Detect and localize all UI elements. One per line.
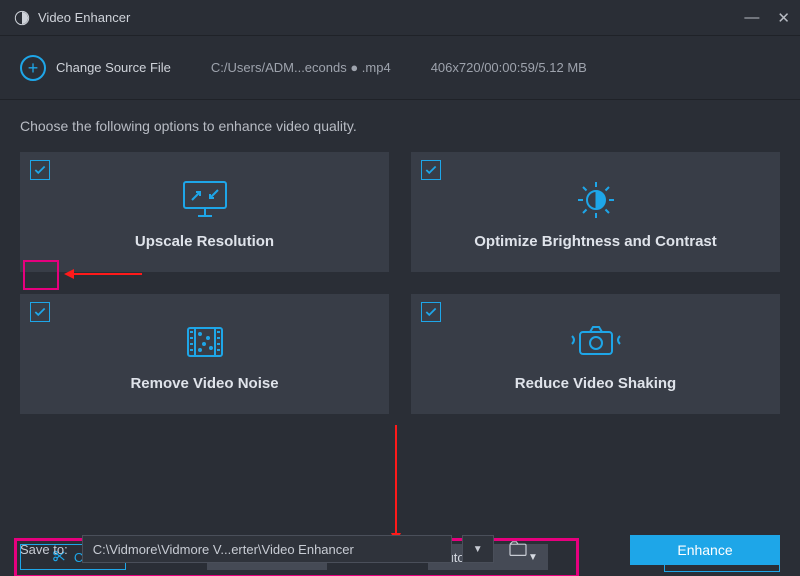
save-to-label: Save to: [20,542,68,557]
card-upscale-resolution[interactable]: Upscale Resolution [20,152,389,272]
checkbox-upscale[interactable] [30,160,50,180]
card-label: Reduce Video Shaking [515,375,676,392]
app-logo-icon [14,10,30,26]
film-noise-icon [178,317,232,367]
chevron-down-icon: ▼ [473,544,483,555]
instruction-text: Choose the following options to enhance … [20,118,780,134]
checkbox-shaking[interactable] [421,302,441,322]
card-label: Upscale Resolution [135,233,274,250]
source-path: C:/Users/ADM...econds ● .mp4 [211,60,391,75]
camera-shake-icon [566,317,626,367]
close-button[interactable]: ✕ [777,9,790,27]
enhance-button[interactable]: Enhance [630,535,780,565]
window-title: Video Enhancer [38,10,130,25]
save-path-field[interactable]: C:\Vidmore\Vidmore V...erter\Video Enhan… [82,535,452,563]
card-optimize-brightness[interactable]: Optimize Brightness and Contrast [411,152,780,272]
monitor-upscale-icon [178,175,232,225]
add-source-icon[interactable]: + [20,55,46,81]
main-area: Choose the following options to enhance … [0,100,800,522]
card-remove-noise[interactable]: Remove Video Noise [20,294,389,414]
brightness-icon [569,175,623,225]
card-reduce-shaking[interactable]: Reduce Video Shaking [411,294,780,414]
annotation-arrow-vertical [395,425,397,535]
checkbox-brightness[interactable] [421,160,441,180]
card-label: Optimize Brightness and Contrast [474,233,717,250]
title-bar: Video Enhancer — ✕ [0,0,800,36]
change-source-button[interactable]: Change Source File [56,60,171,75]
card-label: Remove Video Noise [130,375,278,392]
source-row: + Change Source File C:/Users/ADM...econ… [0,36,800,100]
checkbox-noise[interactable] [30,302,50,322]
open-folder-button[interactable] [504,535,532,563]
save-path-dropdown[interactable]: ▼ [462,535,494,563]
option-cards: Upscale Resolution Optimize Brightness a… [20,152,780,414]
footer-row: Save to: C:\Vidmore\Vidmore V...erter\Vi… [0,522,800,576]
source-info: 406x720/00:00:59/5.12 MB [431,60,587,75]
minimize-button[interactable]: — [744,9,759,26]
